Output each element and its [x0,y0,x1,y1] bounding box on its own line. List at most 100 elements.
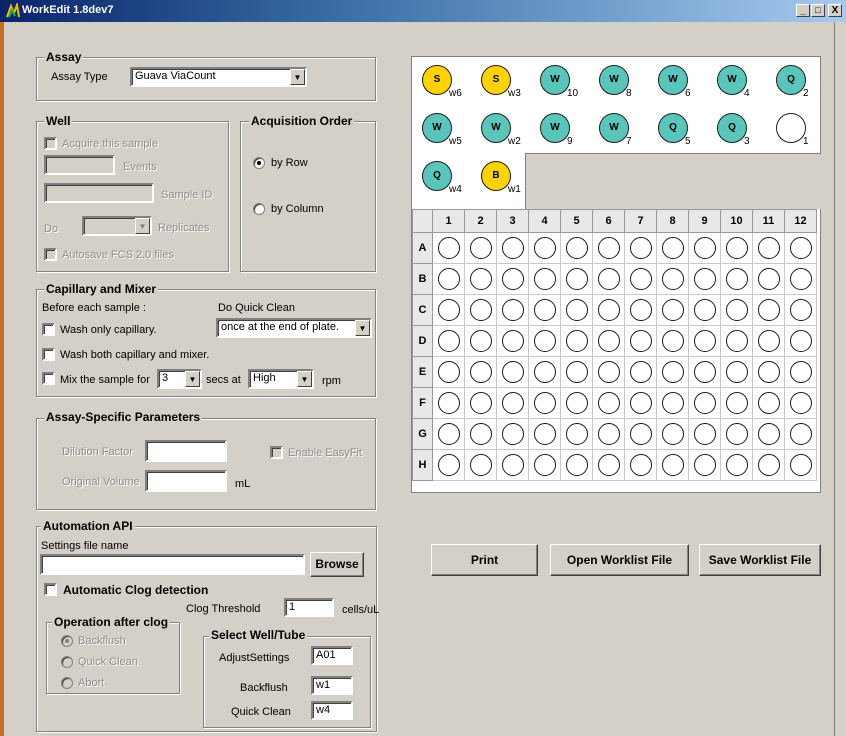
tube[interactable] [776,113,806,143]
tube[interactable]: Q [717,113,747,143]
well-circle[interactable] [693,330,716,352]
well-circle[interactable] [725,237,748,259]
well-circle[interactable] [629,423,652,445]
well-cell[interactable] [752,418,785,450]
well-circle[interactable] [597,423,620,445]
well-cell[interactable] [560,356,593,388]
column-header[interactable]: 12 [784,209,817,233]
well-cell[interactable] [656,325,689,357]
well-circle[interactable] [597,454,620,476]
well-cell[interactable] [560,232,593,264]
well-cell[interactable] [432,325,465,357]
well-cell[interactable] [528,449,561,481]
well-circle[interactable] [437,268,460,290]
tube[interactable]: W [481,113,511,143]
row-header[interactable]: C [412,294,433,326]
tube[interactable]: W [658,65,688,95]
well-circle[interactable] [629,361,652,383]
well-cell[interactable] [752,232,785,264]
well-circle[interactable] [469,361,492,383]
well-cell[interactable] [720,263,753,295]
well-cell[interactable] [528,294,561,326]
by-row-radio[interactable] [253,157,265,169]
print-button[interactable]: Print [431,544,538,576]
column-header[interactable]: 10 [720,209,753,233]
row-header[interactable]: H [412,449,433,481]
well-circle[interactable] [757,454,780,476]
well-cell[interactable] [432,232,465,264]
tube[interactable]: W [599,65,629,95]
well-circle[interactable] [725,361,748,383]
well-circle[interactable] [501,268,524,290]
column-header[interactable]: 1 [432,209,465,233]
well-circle[interactable] [533,268,556,290]
well-cell[interactable] [720,356,753,388]
well-cell[interactable] [464,232,497,264]
clog-threshold-field[interactable]: 1 [284,598,334,617]
tube[interactable]: Q [776,65,806,95]
acquire-sample-checkbox[interactable] [44,137,57,150]
well-circle[interactable] [725,454,748,476]
well-cell[interactable] [496,449,529,481]
well-circle[interactable] [661,423,684,445]
well-circle[interactable] [469,454,492,476]
well-circle[interactable] [693,423,716,445]
well-circle[interactable] [757,299,780,321]
well-circle[interactable] [661,237,684,259]
well-circle[interactable] [533,454,556,476]
quick-clean-tube-field[interactable]: w4 [311,701,353,720]
well-cell[interactable] [528,356,561,388]
tube[interactable]: W [599,113,629,143]
row-header[interactable]: A [412,232,433,264]
well-circle[interactable] [469,237,492,259]
well-circle[interactable] [501,237,524,259]
well-circle[interactable] [789,237,812,259]
column-header[interactable]: 9 [688,209,721,233]
speed-select[interactable]: High ▼ [248,369,314,389]
well-cell[interactable] [592,356,625,388]
well-circle[interactable] [789,423,812,445]
well-circle[interactable] [693,361,716,383]
well-circle[interactable] [789,330,812,352]
well-circle[interactable] [469,299,492,321]
well-cell[interactable] [560,449,593,481]
well-circle[interactable] [661,299,684,321]
well-circle[interactable] [437,299,460,321]
well-cell[interactable] [688,232,721,264]
well-cell[interactable] [592,387,625,419]
assay-type-select[interactable]: Guava ViaCount ▼ [130,67,307,87]
well-cell[interactable] [752,387,785,419]
well-circle[interactable] [629,392,652,414]
well-circle[interactable] [597,392,620,414]
well-circle[interactable] [629,299,652,321]
well-cell[interactable] [528,232,561,264]
well-cell[interactable] [560,263,593,295]
well-circle[interactable] [757,392,780,414]
well-circle[interactable] [597,268,620,290]
well-circle[interactable] [757,423,780,445]
well-circle[interactable] [501,361,524,383]
well-circle[interactable] [725,392,748,414]
mix-secs-select[interactable]: 3 ▼ [157,369,202,389]
column-header[interactable]: 4 [528,209,561,233]
column-header[interactable]: 6 [592,209,625,233]
well-circle[interactable] [661,361,684,383]
original-volume-field[interactable] [145,470,227,492]
adjust-settings-field[interactable]: A01 [311,646,353,665]
well-cell[interactable] [720,387,753,419]
well-circle[interactable] [437,392,460,414]
well-cell[interactable] [464,418,497,450]
well-circle[interactable] [565,423,588,445]
well-cell[interactable] [528,263,561,295]
well-cell[interactable] [784,449,817,481]
well-cell[interactable] [752,263,785,295]
well-circle[interactable] [533,237,556,259]
column-header[interactable]: 8 [656,209,689,233]
well-cell[interactable] [432,449,465,481]
well-cell[interactable] [784,263,817,295]
well-cell[interactable] [496,418,529,450]
well-cell[interactable] [656,294,689,326]
well-cell[interactable] [496,325,529,357]
well-cell[interactable] [496,356,529,388]
well-circle[interactable] [629,454,652,476]
